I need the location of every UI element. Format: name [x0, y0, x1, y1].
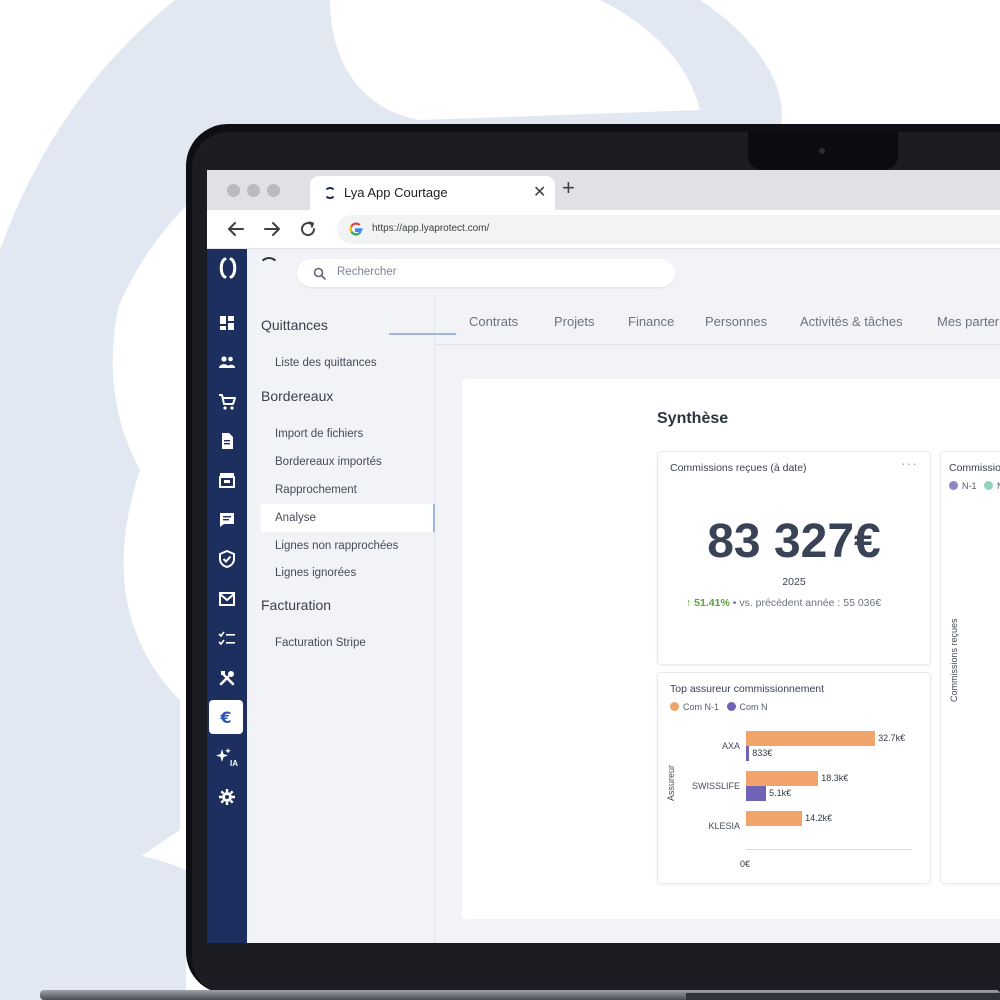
bar-chart-area: AXA 32.7k€ 833€ SWISSLIFE 18.3k€ 5.1k€ KLESIA 1… [658, 673, 932, 885]
loading-spinner-icon [259, 257, 279, 277]
active-tab-indicator [389, 333, 456, 335]
search-icon [313, 267, 326, 280]
top-insurers-chart-card: Top assureur commissionnement Com N-1 Co… [657, 672, 931, 884]
right-chart-y-ticks: 50 00045 00040 00035 00030 00025 00020 0… [941, 452, 1000, 885]
icon-rail: € IA [207, 249, 247, 943]
sidebar-item-bordereaux-importes[interactable]: Bordereaux importés [261, 448, 435, 476]
lya-app: € IA Rechercher Quittances Liste des qui… [207, 249, 1000, 943]
sidebar-section-quittances: Quittances [261, 317, 328, 333]
browser-tab-bar: Lya App Courtage ✕ + [207, 170, 1000, 210]
ia-sparkle-icon[interactable]: IA [215, 746, 241, 770]
new-tab-plus-icon[interactable]: + [562, 175, 575, 201]
tab-close-icon[interactable]: ✕ [533, 182, 546, 202]
finance-sidebar: Quittances Liste des quittances Borderea… [247, 297, 435, 943]
kpi-card-commissions: Commissions reçues (à date) ··· 83 327€ … [657, 451, 931, 665]
svg-text:€: € [219, 708, 231, 726]
bar-axa-com-n-1[interactable] [746, 731, 876, 746]
data-label-klesia-com-n-1: 14.2k€ [805, 813, 833, 823]
sidebar-section-facturation: Facturation [261, 597, 332, 613]
shield-check-icon[interactable] [207, 542, 247, 576]
data-label-swisslife-com-n-1: 18.3k€ [821, 773, 849, 783]
camera-icon [819, 148, 825, 154]
tab-mes-partenaires[interactable]: Mes parter [937, 314, 999, 329]
sidebar-item-liste-quittances[interactable]: Liste des quittances [261, 349, 435, 377]
sidebar-item-rapprochement[interactable]: Rapprochement [261, 476, 435, 504]
more-options-icon[interactable]: ··· [901, 455, 918, 471]
category-label-swisslife: SWISSLIFE [691, 781, 740, 791]
browser-tab-title: Lya App Courtage [344, 185, 448, 200]
sidebar-item-lignes-ignorees[interactable]: Lignes ignorées [261, 559, 435, 587]
tab-personnes[interactable]: Personnes [705, 314, 767, 329]
search-placeholder: Rechercher [337, 266, 397, 278]
sidebar-item-facturation-stripe[interactable]: Facturation Stripe [261, 629, 435, 657]
bar-swisslife-com-n-1[interactable] [746, 771, 819, 786]
kpi-value: 83 327€ [707, 515, 881, 568]
x-axis-zero-label: 0€ [740, 859, 751, 869]
page-title: Synthèse [657, 410, 729, 427]
bar-axa-com-n[interactable] [746, 746, 750, 761]
window-close-dot[interactable] [227, 184, 240, 197]
kpi-year: 2025 [782, 576, 806, 588]
chat-icon[interactable] [207, 503, 247, 537]
url-omnibox[interactable]: https://app.lyaprotect.com/ [337, 215, 1000, 244]
people-icon[interactable] [207, 345, 247, 379]
google-g-icon [349, 222, 363, 236]
bar-swisslife-com-n[interactable] [746, 786, 767, 801]
sidebar-section-bordereaux: Bordereaux [261, 388, 334, 404]
data-label-axa-com-n: 833€ [752, 748, 773, 758]
tab-projets[interactable]: Projets [554, 314, 594, 329]
back-arrow-icon[interactable] [223, 216, 249, 242]
app-top-bar: Rechercher [247, 249, 1000, 297]
mail-icon[interactable] [207, 582, 247, 616]
synthese-panel: Synthèse Commissions reçues (à date) ···… [462, 379, 1000, 919]
bar-klesia-com-n-1[interactable] [746, 811, 803, 826]
tab-contrats[interactable]: Contrats [469, 314, 518, 329]
tools-icon[interactable] [207, 661, 247, 695]
browser-tab[interactable]: Lya App Courtage ✕ [310, 176, 555, 210]
lya-logo-icon[interactable] [217, 257, 239, 279]
sidebar-item-analyse[interactable]: Analyse [261, 504, 435, 532]
cart-icon[interactable] [207, 385, 247, 419]
trend-separator: • [732, 597, 737, 609]
trend-comparison: vs. précédent année : 55 036€ [739, 597, 882, 609]
sidebar-item-lignes-non-rapprochees[interactable]: Lignes non rapprochées [261, 532, 435, 560]
browser-address-bar: https://app.lyaprotect.com/ [207, 210, 1000, 249]
sidebar-item-import-fichiers[interactable]: Import de fichiers [261, 420, 435, 448]
laptop-hinge [686, 993, 1000, 1000]
url-text: https://app.lyaprotect.com/ [372, 223, 490, 234]
lya-favicon-icon [324, 187, 336, 199]
data-label-swisslife-com-n: 5.1k€ [769, 788, 792, 798]
dashboard-icon[interactable] [207, 306, 247, 340]
panel-bottom-spacer [462, 919, 1000, 943]
ia-label: IA [230, 759, 238, 768]
module-tabs: Contrats Projets Finance Personnes Activ… [435, 297, 1000, 345]
checklist-icon[interactable] [207, 622, 247, 656]
window-minimize-dot[interactable] [247, 184, 260, 197]
document-icon[interactable] [207, 424, 247, 458]
laptop-screen: Lya App Courtage ✕ + https://app.lyaprot… [207, 170, 1000, 943]
gear-icon[interactable] [207, 780, 247, 814]
category-label-axa: AXA [721, 741, 740, 751]
commissions-chart-card: Commissio N-1 N Commissions reçues 50 00… [940, 451, 1000, 884]
tab-finance[interactable]: Finance [628, 314, 674, 329]
store-icon[interactable] [207, 463, 247, 497]
x-axis-line [746, 849, 911, 850]
reload-icon[interactable] [295, 216, 321, 242]
kpi-card-title: Commissions reçues (à date) [670, 462, 807, 474]
euro-icon[interactable]: € [209, 700, 243, 734]
trend-up-arrow-icon: ↑ [686, 597, 692, 609]
kpi-trend: ↑ 51.41% • vs. précédent année : 55 036€ [686, 597, 881, 609]
trend-percentage: 51.41% [694, 597, 730, 609]
category-label-klesia: KLESIA [708, 821, 740, 831]
marketing-stage: Lya App Courtage ✕ + https://app.lyaprot… [0, 0, 1000, 1000]
tab-activites-taches[interactable]: Activités & tâches [800, 314, 903, 329]
data-label-axa-com-n-1: 32.7k€ [878, 733, 906, 743]
search-input[interactable]: Rechercher [297, 259, 675, 287]
window-zoom-dot[interactable] [267, 184, 280, 197]
forward-arrow-icon[interactable] [259, 216, 285, 242]
